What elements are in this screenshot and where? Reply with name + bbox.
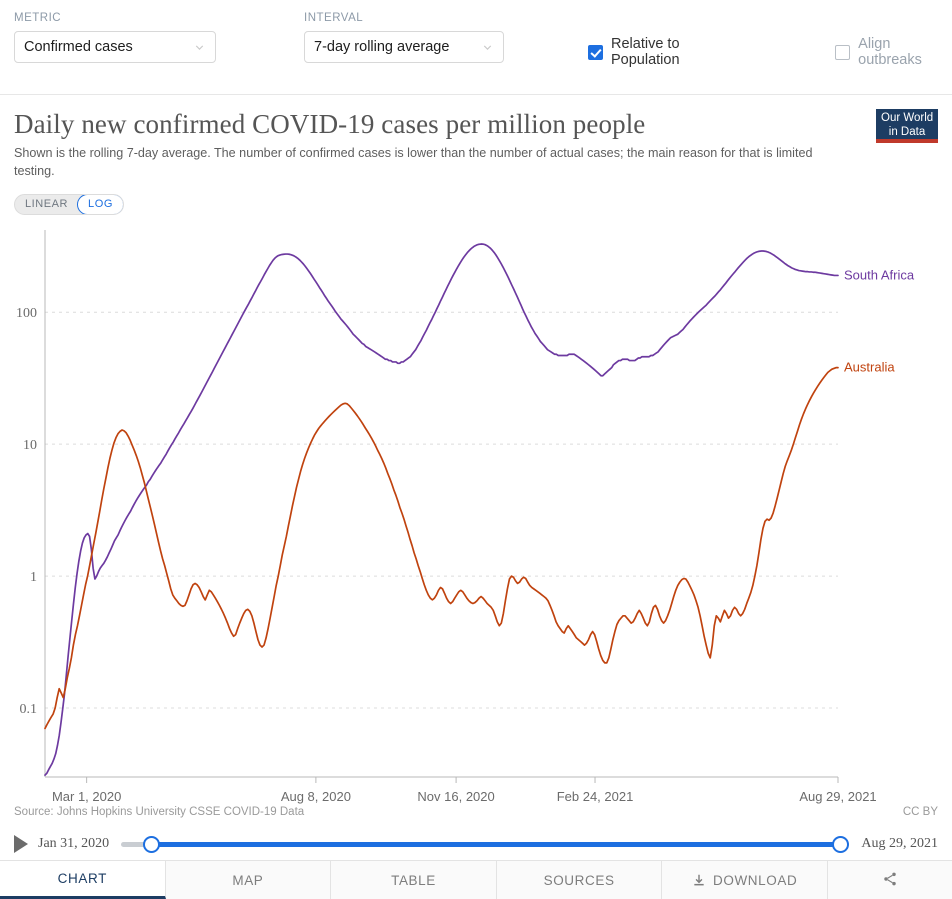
metric-control: METRIC Confirmed cases <box>14 12 216 63</box>
x-axis-tick-label: Nov 16, 2020 <box>417 789 494 804</box>
owid-grapher-app: METRIC Confirmed cases INTERVAL 7-day ro… <box>0 0 952 899</box>
time-slider-track[interactable] <box>121 835 850 853</box>
x-axis-tick-label: Feb 24, 2021 <box>557 789 634 804</box>
owid-logo-line1: Our World <box>881 112 934 124</box>
checkbox-group: Relative to Population Align outbreaks <box>588 36 952 68</box>
share-icon <box>882 871 898 890</box>
chart-header: Daily new confirmed COVID-19 cases per m… <box>0 95 952 181</box>
page-title: Daily new confirmed COVID-19 cases per m… <box>14 109 646 139</box>
slider-start-date: Jan 31, 2020 <box>38 836 110 851</box>
y-axis-tick-label: 1 <box>30 570 37 585</box>
chevron-down-icon <box>195 44 204 50</box>
tab-chart[interactable]: CHART <box>0 861 166 899</box>
x-axis-tick-label: Aug 8, 2020 <box>281 789 351 804</box>
metric-label: METRIC <box>14 12 62 24</box>
series-label-south-africa[interactable]: South Africa <box>844 267 915 282</box>
tab-chart-label: CHART <box>57 871 107 886</box>
scale-log-button[interactable]: LOG <box>77 194 123 214</box>
metric-select[interactable]: Confirmed cases <box>14 31 216 63</box>
x-axis-tick-label: Aug 29, 2021 <box>799 789 876 804</box>
series-label-australia[interactable]: Australia <box>844 359 895 374</box>
source-row: Source: Johns Hopkins University CSSE CO… <box>0 806 952 818</box>
tab-sources[interactable]: SOURCES <box>496 861 663 899</box>
owid-logo: Our World in Data <box>876 109 938 144</box>
align-outbreaks-label: Align outbreaks <box>858 36 922 68</box>
controls-bar: METRIC Confirmed cases INTERVAL 7-day ro… <box>0 0 952 95</box>
interval-select-value: 7-day rolling average <box>314 39 450 55</box>
time-slider-handle-start[interactable] <box>143 835 161 853</box>
y-axis-tick-label: 10 <box>23 438 37 453</box>
chart-plot-area: 0.1 1 10 100 Mar 1, 2020 Aug 8, 2020 Nov 16, 2… <box>0 215 952 805</box>
tab-table[interactable]: TABLE <box>331 861 497 899</box>
time-slider-fill <box>149 841 844 847</box>
series-line-south-africa[interactable] <box>44 242 839 776</box>
axis-scale-toggle[interactable]: LINEAR LOG <box>14 193 124 215</box>
y-axis-tick-label: 100 <box>16 306 37 321</box>
x-axis-tick-label: Mar 1, 2020 <box>52 789 121 804</box>
tab-download-label: DOWNLOAD <box>713 872 798 888</box>
y-axis-tick-label: 0.1 <box>20 702 38 717</box>
time-slider-handle-end[interactable] <box>832 835 850 853</box>
tab-share[interactable] <box>827 861 952 899</box>
tab-map-label: MAP <box>232 872 264 888</box>
license-text[interactable]: CC BY <box>903 806 938 818</box>
source-text: Source: Johns Hopkins University CSSE CO… <box>14 806 305 818</box>
slider-end-date: Aug 29, 2021 <box>861 836 938 851</box>
metric-select-value: Confirmed cases <box>24 39 133 55</box>
checkbox-box-unchecked[interactable] <box>835 44 851 60</box>
tab-map[interactable]: MAP <box>165 861 332 899</box>
relative-to-population-label: Relative to Population <box>611 36 680 68</box>
chart-subtitle: Shown is the rolling 7-day average. The … <box>14 146 813 178</box>
interval-select[interactable]: 7-day rolling average <box>304 31 504 63</box>
time-slider-row: Jan 31, 2020 Aug 29, 2021 <box>0 828 952 860</box>
checkbox-box-checked[interactable] <box>588 44 603 60</box>
tab-download[interactable]: DOWNLOAD <box>662 861 828 899</box>
tab-sources-label: SOURCES <box>543 872 615 888</box>
line-chart-svg: 0.1 1 10 100 Mar 1, 2020 Aug 8, 2020 Nov 16, 2… <box>16 229 915 804</box>
interval-control: INTERVAL 7-day rolling average <box>304 12 504 63</box>
play-icon[interactable] <box>14 835 28 853</box>
download-icon <box>692 873 706 887</box>
relative-to-population-checkbox[interactable]: Relative to Population <box>588 36 744 68</box>
chevron-down-icon <box>483 44 492 50</box>
align-outbreaks-checkbox[interactable]: Align outbreaks <box>835 36 952 68</box>
tab-table-label: TABLE <box>391 872 436 888</box>
series-line-australia[interactable] <box>44 366 839 730</box>
tab-bar: CHART MAP TABLE SOURCES DOWNLOAD <box>0 860 952 899</box>
scale-linear-button[interactable]: LINEAR <box>15 195 78 214</box>
owid-logo-line2: in Data <box>888 125 926 138</box>
interval-label: INTERVAL <box>304 12 364 24</box>
